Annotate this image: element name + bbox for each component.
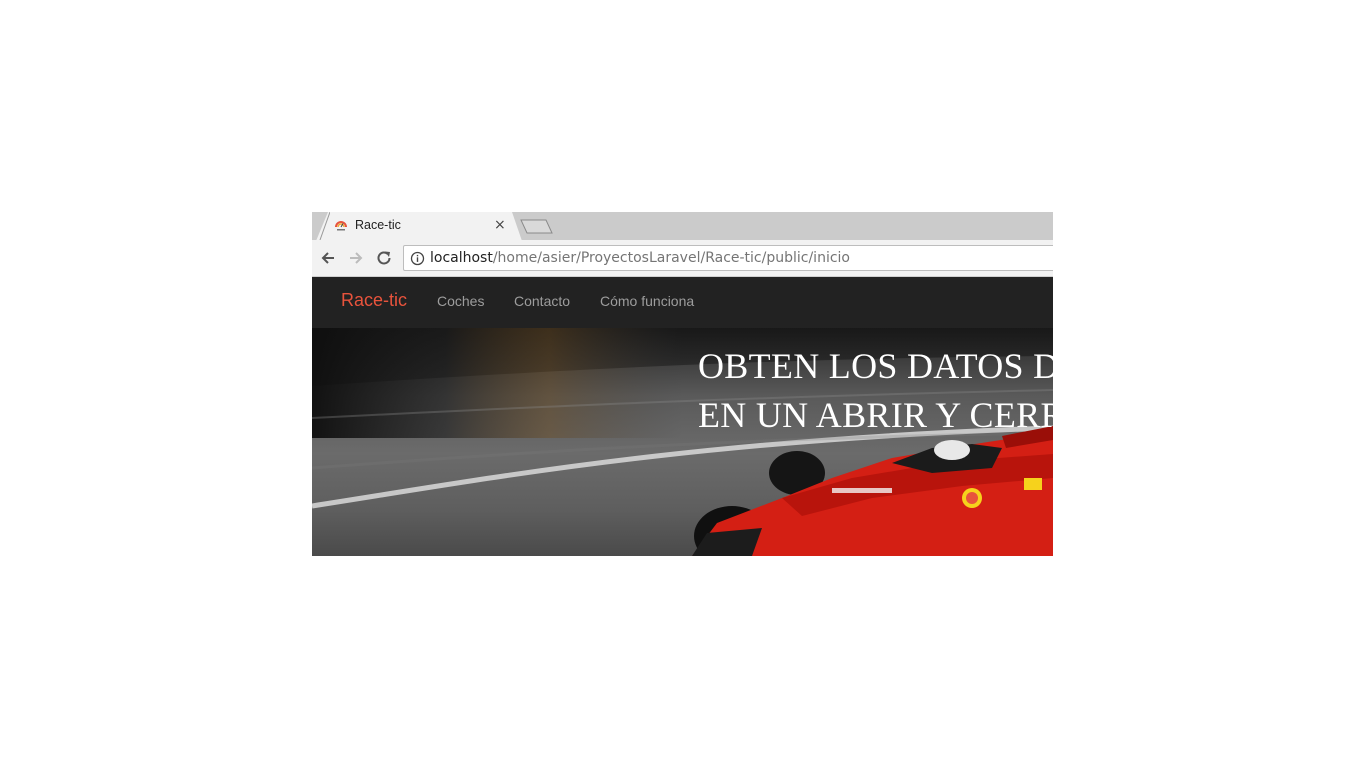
info-circle-icon[interactable] xyxy=(410,251,425,266)
url-host: localhost xyxy=(430,250,493,266)
url-path: /home/asier/ProyectosLaravel/Race-tic/pu… xyxy=(492,250,850,266)
arrow-right-icon[interactable] xyxy=(347,249,365,267)
address-bar[interactable]: localhost/home/asier/ProyectosLaravel/Ra… xyxy=(403,245,1053,271)
race-tic-gauge-icon xyxy=(335,221,347,231)
arrow-left-icon[interactable] xyxy=(319,249,337,267)
hero-headline-line-1: OBTEN LOS DATOS D xyxy=(698,346,1053,386)
browser-window: Race-tic × localhost/home/asier/Proyecto… xyxy=(312,212,1053,556)
hero-headline: OBTEN LOS DATOS D EN UN ABRIR Y CERR xyxy=(698,342,1053,440)
nav-link-coches[interactable]: Coches xyxy=(437,293,484,309)
tab-strip: Race-tic × xyxy=(312,212,1053,241)
browser-toolbar: localhost/home/asier/ProyectosLaravel/Ra… xyxy=(312,240,1053,277)
tab-title: Race-tic xyxy=(355,218,401,232)
reload-icon[interactable] xyxy=(375,249,393,267)
hero-banner: OBTEN LOS DATOS D EN UN ABRIR Y CERR xyxy=(312,328,1053,556)
site-brand[interactable]: Race-tic xyxy=(341,290,407,311)
url-text[interactable]: localhost/home/asier/ProyectosLaravel/Ra… xyxy=(430,250,850,266)
site-navbar: Race-tic Coches Contacto Cómo funciona xyxy=(312,277,1053,328)
nav-link-contacto[interactable]: Contacto xyxy=(514,293,570,309)
new-tab-icon[interactable] xyxy=(520,219,554,234)
nav-link-como-funciona[interactable]: Cómo funciona xyxy=(600,293,694,309)
page-viewport: Race-tic Coches Contacto Cómo funciona O… xyxy=(312,277,1053,556)
close-icon[interactable]: × xyxy=(494,216,506,234)
tab-edge xyxy=(319,212,330,240)
hero-headline-line-2: EN UN ABRIR Y CERR xyxy=(698,395,1053,435)
